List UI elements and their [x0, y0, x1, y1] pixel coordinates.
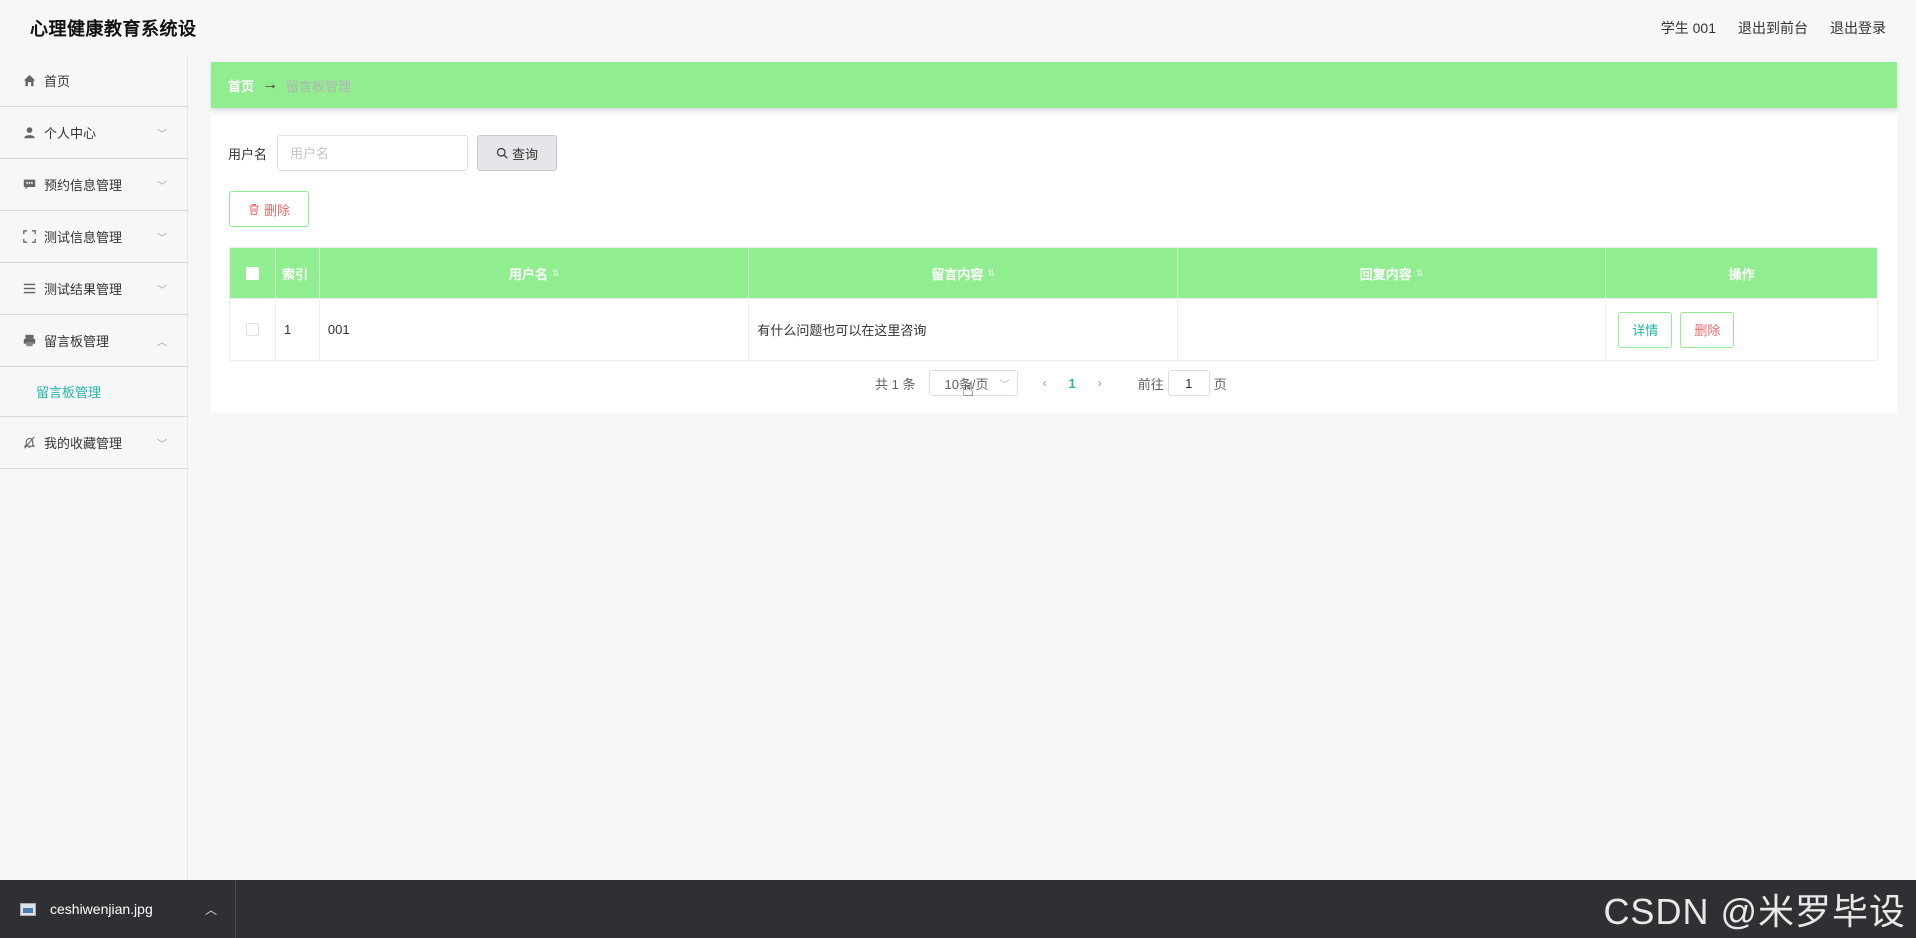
content-panel: 用户名 查询 删除 索引 用户名⇅ 留言内容⇅ 回复内容⇅ 操作 1 001 有… — [211, 115, 1897, 413]
breadcrumb: 首页 → 留言板管理 — [211, 62, 1897, 108]
cell-username: 001 — [320, 299, 750, 360]
chevron-down-icon: ﹀ — [157, 181, 167, 192]
sidebar-item-label: 我的收藏管理 — [44, 436, 123, 451]
chevron-down-icon: ﹀ — [157, 129, 167, 140]
sidebar-item-message-board[interactable]: 留言板管理 ︿ — [0, 315, 187, 367]
sidebar-item-home[interactable]: 首页 — [0, 55, 187, 107]
pagination: 共 1 条 10条/页 ﹀ ‹ 1 › 前往 页 — [875, 370, 1227, 396]
column-header-reply[interactable]: 回复内容 ⇅ — [1178, 248, 1607, 298]
chat-icon — [22, 178, 36, 192]
exit-to-front-link[interactable]: 退出到前台 — [1738, 18, 1808, 38]
column-header-message[interactable]: 留言内容 ⇅ — [749, 248, 1178, 298]
search-row: 用户名 查询 — [228, 135, 558, 171]
cell-reply — [1178, 299, 1607, 360]
batch-delete-button[interactable]: 删除 — [229, 191, 309, 227]
page-suffix: 页 — [1213, 376, 1227, 392]
goto-page-input[interactable] — [1167, 370, 1210, 396]
sidebar-item-test-result[interactable]: 测试结果管理 ﹀ — [0, 263, 187, 315]
select-all-checkbox[interactable] — [230, 248, 276, 298]
logout-link[interactable]: 退出登录 — [1830, 18, 1886, 38]
query-button-label: 查询 — [512, 146, 539, 162]
download-filename: ceshiwenjian.jpg — [50, 901, 153, 917]
cell-actions: 详情 删除 — [1606, 299, 1877, 360]
home-icon — [22, 74, 36, 88]
page-number-1[interactable]: 1 — [1068, 376, 1075, 391]
sort-icon: ⇅ — [1415, 267, 1424, 278]
sidebar-item-label: 个人中心 — [44, 126, 97, 141]
chevron-up-icon[interactable]: ︿ — [205, 901, 217, 918]
arrow-right-icon: → — [262, 76, 279, 93]
sidebar-item-favorites[interactable]: 我的收藏管理 ﹀ — [0, 417, 187, 469]
page-size-value: 10条/页 — [944, 376, 989, 392]
column-header-username[interactable]: 用户名 ⇅ — [320, 248, 750, 298]
message-table: 索引 用户名 ⇅ 留言内容 ⇅ 回复内容 ⇅ 操作 1 001 有什么问题也可以在这里… — [229, 247, 1878, 361]
column-header-actions: 操作 — [1728, 266, 1755, 282]
row-delete-button[interactable]: 删除 — [1680, 311, 1735, 348]
prev-page-button[interactable]: ‹ — [1042, 376, 1046, 390]
sidebar: 首页 个人中心 ﹀ 预约信息管理 ﹀ 测试信息管理 ﹀ 测试结果管理 ﹀ 留言板… — [0, 55, 188, 880]
sidebar-subitem-message-board[interactable]: 留言板管理 — [0, 367, 187, 417]
chevron-down-icon: ﹀ — [999, 379, 1010, 391]
header-links: 学生 001 退出到前台 退出登录 — [1661, 18, 1886, 38]
next-page-button[interactable]: › — [1098, 376, 1102, 390]
goto-label: 前往 — [1137, 376, 1164, 392]
user-icon — [22, 126, 36, 140]
cell-index: 1 — [276, 299, 320, 360]
batch-delete-label: 删除 — [263, 202, 290, 218]
chevron-up-icon: ︿ — [157, 337, 167, 348]
bell-off-icon — [22, 436, 36, 450]
sidebar-item-appointment[interactable]: 预约信息管理 ﹀ — [0, 159, 187, 211]
table-row: 1 001 有什么问题也可以在这里咨询 详情 删除 — [230, 298, 1877, 360]
page-size-select[interactable]: 10条/页 ﹀ — [929, 370, 1019, 396]
search-icon — [496, 147, 508, 159]
sidebar-item-label: 预约信息管理 — [44, 178, 123, 193]
cell-message: 有什么问题也可以在这里咨询 — [749, 299, 1178, 360]
current-user[interactable]: 学生 001 — [1661, 18, 1716, 38]
column-header-index: 索引 — [276, 248, 320, 298]
detail-button[interactable]: 详情 — [1618, 311, 1673, 348]
sidebar-item-label: 首页 — [44, 74, 71, 89]
row-checkbox[interactable] — [230, 299, 276, 360]
download-bar: ceshiwenjian.jpg ︿ — [0, 880, 1916, 938]
trash-icon — [249, 203, 259, 215]
sort-icon: ⇅ — [987, 267, 995, 278]
printer-icon — [22, 334, 36, 348]
sidebar-item-test-info[interactable]: 测试信息管理 ﹀ — [0, 211, 187, 263]
sort-icon: ⇅ — [551, 267, 560, 278]
sidebar-item-label: 测试信息管理 — [44, 230, 123, 245]
username-search-input[interactable] — [277, 135, 469, 171]
breadcrumb-current: 留言板管理 — [286, 78, 352, 94]
fullscreen-icon — [22, 230, 36, 244]
menu-lines-icon — [22, 282, 36, 296]
query-button[interactable]: 查询 — [477, 135, 558, 171]
table-header: 索引 用户名 ⇅ 留言内容 ⇅ 回复内容 ⇅ 操作 — [230, 248, 1877, 298]
sidebar-item-label: 留言板管理 — [44, 334, 110, 349]
chevron-down-icon: ﹀ — [157, 233, 167, 244]
sidebar-item-personal-center[interactable]: 个人中心 ﹀ — [0, 107, 187, 159]
pagination-total: 共 1 条 — [875, 376, 916, 392]
download-item[interactable]: ceshiwenjian.jpg ︿ — [0, 880, 236, 938]
image-file-icon — [20, 902, 36, 916]
chevron-down-icon: ﹀ — [157, 285, 167, 296]
top-header: 心理健康教育系统设 学生 001 退出到前台 退出登录 — [0, 0, 1916, 55]
app-title: 心理健康教育系统设 — [30, 18, 197, 39]
breadcrumb-home[interactable]: 首页 — [228, 76, 254, 95]
search-label: 用户名 — [228, 146, 268, 162]
sidebar-item-label: 测试结果管理 — [44, 282, 123, 297]
chevron-down-icon: ﹀ — [157, 439, 167, 450]
